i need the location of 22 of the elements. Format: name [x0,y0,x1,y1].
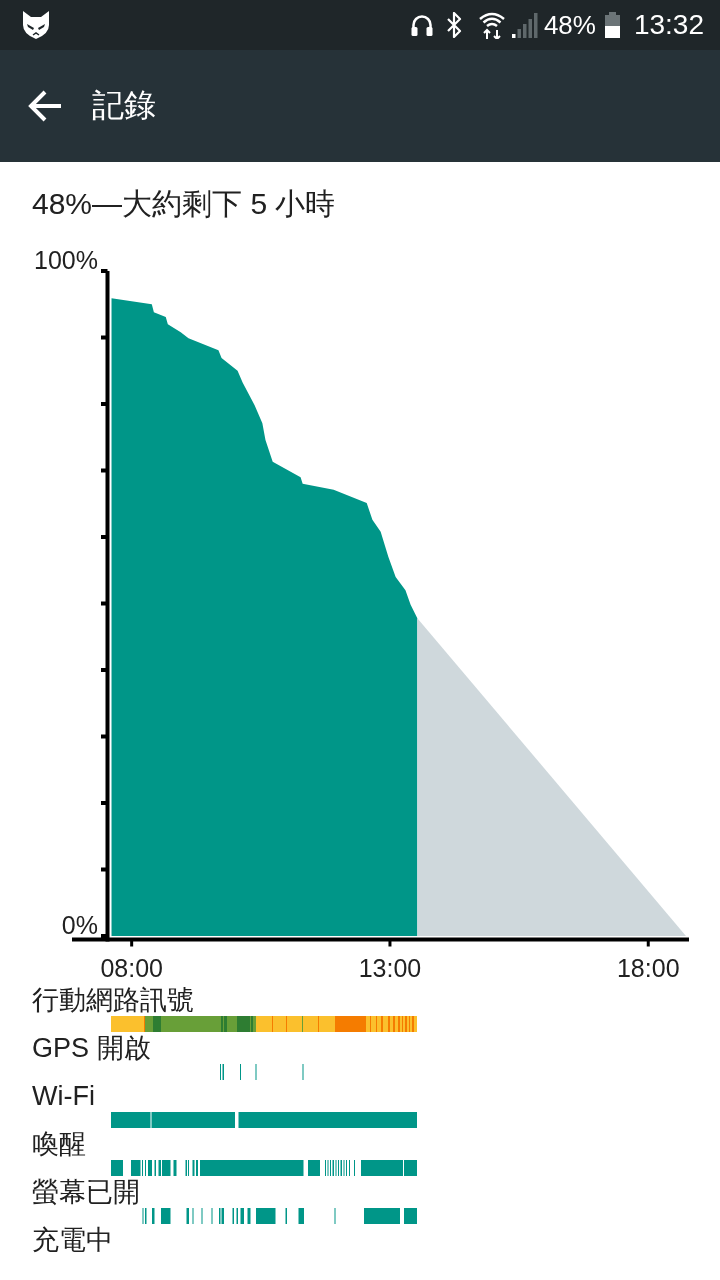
clock-time: 13:32 [633,9,704,41]
tick-label: 13:00 [358,954,422,982]
back-arrow-icon [28,90,62,122]
screen-title: 記錄 [92,86,156,125]
battery-icon [604,12,620,38]
tick-label: 08:00 [100,954,163,982]
wifi-icon [477,11,506,39]
tick-label: 100% [34,246,98,274]
timeline-label: Wi-Fi [32,1080,95,1112]
bluetooth-icon [445,12,462,38]
signal-bars-icon [510,12,538,38]
tick-label: 18:00 [616,954,680,982]
headphones-icon [409,13,434,37]
timeline-label: 螢幕已開 [32,1176,140,1208]
battery-remaining-text: 48%—大約剩下 5 小時 [32,187,336,220]
tick-label: 0% [61,911,98,939]
fox-head-icon [22,10,50,40]
battery-percent: 48% [543,9,596,41]
timeline-label: 喚醒 [32,1128,86,1160]
timeline-label: 行動網路訊號 [32,984,194,1016]
timeline-label: GPS 開啟 [32,1032,151,1064]
timeline-label: 充電中 [32,1224,113,1256]
